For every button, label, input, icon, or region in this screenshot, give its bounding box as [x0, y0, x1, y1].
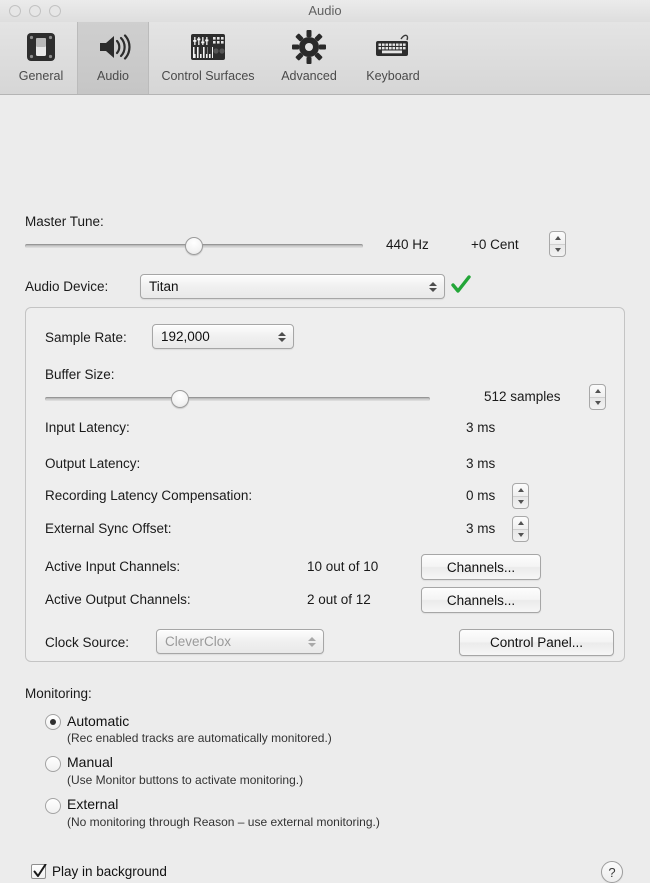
radio-monitoring-manual[interactable]: [45, 756, 61, 772]
triangle-up-icon: [554, 235, 561, 240]
play-in-background-label: Play in background: [52, 864, 167, 879]
preferences-content: Master Tune: 440 Hz +0 Cent Audio Device…: [0, 95, 650, 883]
recording-latency-compensation-value: 0 ms: [466, 488, 496, 503]
tab-advanced-label: Advanced: [281, 69, 337, 83]
radio-monitoring-automatic[interactable]: [45, 714, 61, 730]
sample-rate-select[interactable]: 192,000: [152, 324, 294, 349]
window-titlebar: Audio: [0, 0, 650, 22]
external-sync-offset-stepper-down[interactable]: [513, 530, 528, 542]
select-arrows-icon: [429, 281, 437, 292]
master-tune-cent-stepper-up[interactable]: [550, 232, 565, 245]
tab-audio-label: Audio: [97, 69, 129, 83]
external-sync-offset-label: External Sync Offset:: [45, 521, 172, 536]
sample-rate-value: 192,000: [161, 329, 210, 344]
triangle-down-icon: [554, 248, 561, 253]
recording-latency-stepper-down[interactable]: [513, 497, 528, 509]
speaker-icon: [95, 27, 131, 67]
tab-general[interactable]: General: [5, 22, 77, 94]
tab-control-surfaces[interactable]: Control Surfaces: [149, 22, 267, 94]
radio-monitoring-automatic-label: Automatic: [67, 713, 130, 729]
general-icon: [23, 27, 59, 67]
input-latency-label: Input Latency:: [45, 420, 130, 435]
computer-keyboard-icon: [373, 27, 413, 67]
buffer-size-stepper-up[interactable]: [590, 385, 605, 398]
window-title: Audio: [308, 3, 342, 18]
minimize-button[interactable]: [29, 5, 41, 17]
radio-monitoring-external[interactable]: [45, 798, 61, 814]
sample-rate-label: Sample Rate:: [45, 330, 127, 345]
tab-keyboard[interactable]: Keyboard: [351, 22, 435, 94]
buffer-size-slider-track: [45, 397, 430, 401]
radio-monitoring-manual-description: (Use Monitor buttons to activate monitor…: [67, 773, 304, 787]
radio-monitoring-manual-label: Manual: [67, 754, 113, 770]
select-arrows-icon: [308, 636, 316, 647]
output-latency-label: Output Latency:: [45, 456, 141, 471]
tab-control-surfaces-label: Control Surfaces: [161, 69, 255, 83]
radio-monitoring-automatic-description: (Rec enabled tracks are automatically mo…: [67, 731, 332, 745]
radio-monitoring-external-description: (No monitoring through Reason – use exte…: [67, 815, 380, 829]
audio-device-value: Titan: [149, 279, 179, 294]
tab-keyboard-label: Keyboard: [366, 69, 420, 83]
master-tune-label: Master Tune:: [25, 214, 104, 229]
green-checkmark-icon: [451, 275, 471, 300]
play-in-background-checkbox[interactable]: [31, 864, 47, 879]
audio-device-label: Audio Device:: [25, 279, 109, 294]
tab-advanced[interactable]: Advanced: [267, 22, 351, 94]
monitoring-label: Monitoring:: [25, 686, 92, 701]
buffer-size-value: 512 samples: [484, 389, 561, 404]
buffer-size-stepper-down[interactable]: [590, 398, 605, 410]
master-tune-cent: +0 Cent: [471, 237, 519, 252]
recording-latency-compensation-stepper[interactable]: [512, 483, 529, 509]
input-latency-value: 3 ms: [466, 420, 496, 435]
active-input-channels-value: 10 out of 10: [307, 559, 379, 574]
buffer-size-label: Buffer Size:: [45, 367, 115, 382]
clock-source-label: Clock Source:: [45, 635, 130, 650]
tab-general-label: General: [18, 69, 64, 83]
master-tune-cent-stepper[interactable]: [549, 231, 566, 257]
help-button[interactable]: ?: [601, 861, 623, 883]
master-tune-cent-stepper-down[interactable]: [550, 245, 565, 257]
master-tune-slider-knob[interactable]: [185, 237, 203, 255]
gear-icon: [291, 27, 327, 67]
output-latency-value: 3 ms: [466, 456, 496, 471]
buffer-size-slider[interactable]: [45, 390, 430, 408]
tab-audio[interactable]: Audio: [77, 22, 149, 94]
recording-latency-compensation-label: Recording Latency Compensation:: [45, 488, 253, 503]
external-sync-offset-stepper[interactable]: [512, 516, 529, 542]
select-arrows-icon: [278, 331, 286, 342]
audio-device-select[interactable]: Titan: [140, 274, 445, 299]
active-output-channels-value: 2 out of 12: [307, 592, 371, 607]
clock-source-value: CleverClox: [165, 634, 232, 649]
traffic-lights: [9, 5, 61, 17]
control-panel-button[interactable]: Control Panel...: [459, 629, 614, 656]
input-channels-button[interactable]: Channels...: [421, 554, 541, 580]
master-tune-frequency: 440 Hz: [386, 237, 429, 252]
master-tune-slider[interactable]: [25, 237, 363, 255]
close-button[interactable]: [9, 5, 21, 17]
keyboard-controller-icon: [188, 27, 228, 67]
external-sync-offset-value: 3 ms: [466, 521, 496, 536]
buffer-size-slider-knob[interactable]: [170, 390, 189, 408]
radio-monitoring-external-label: External: [67, 796, 119, 812]
active-output-channels-label: Active Output Channels:: [45, 592, 191, 607]
active-input-channels-label: Active Input Channels:: [45, 559, 181, 574]
recording-latency-stepper-up[interactable]: [513, 484, 528, 497]
preferences-toolbar: General Audio Control Surfaces Advanced …: [0, 22, 650, 95]
external-sync-offset-stepper-up[interactable]: [513, 517, 528, 530]
radio-selected-dot: [50, 719, 56, 725]
buffer-size-stepper[interactable]: [589, 384, 606, 410]
zoom-button[interactable]: [49, 5, 61, 17]
output-channels-button[interactable]: Channels...: [421, 587, 541, 613]
clock-source-select[interactable]: CleverClox: [156, 629, 324, 654]
checkmark-icon: [33, 864, 47, 877]
